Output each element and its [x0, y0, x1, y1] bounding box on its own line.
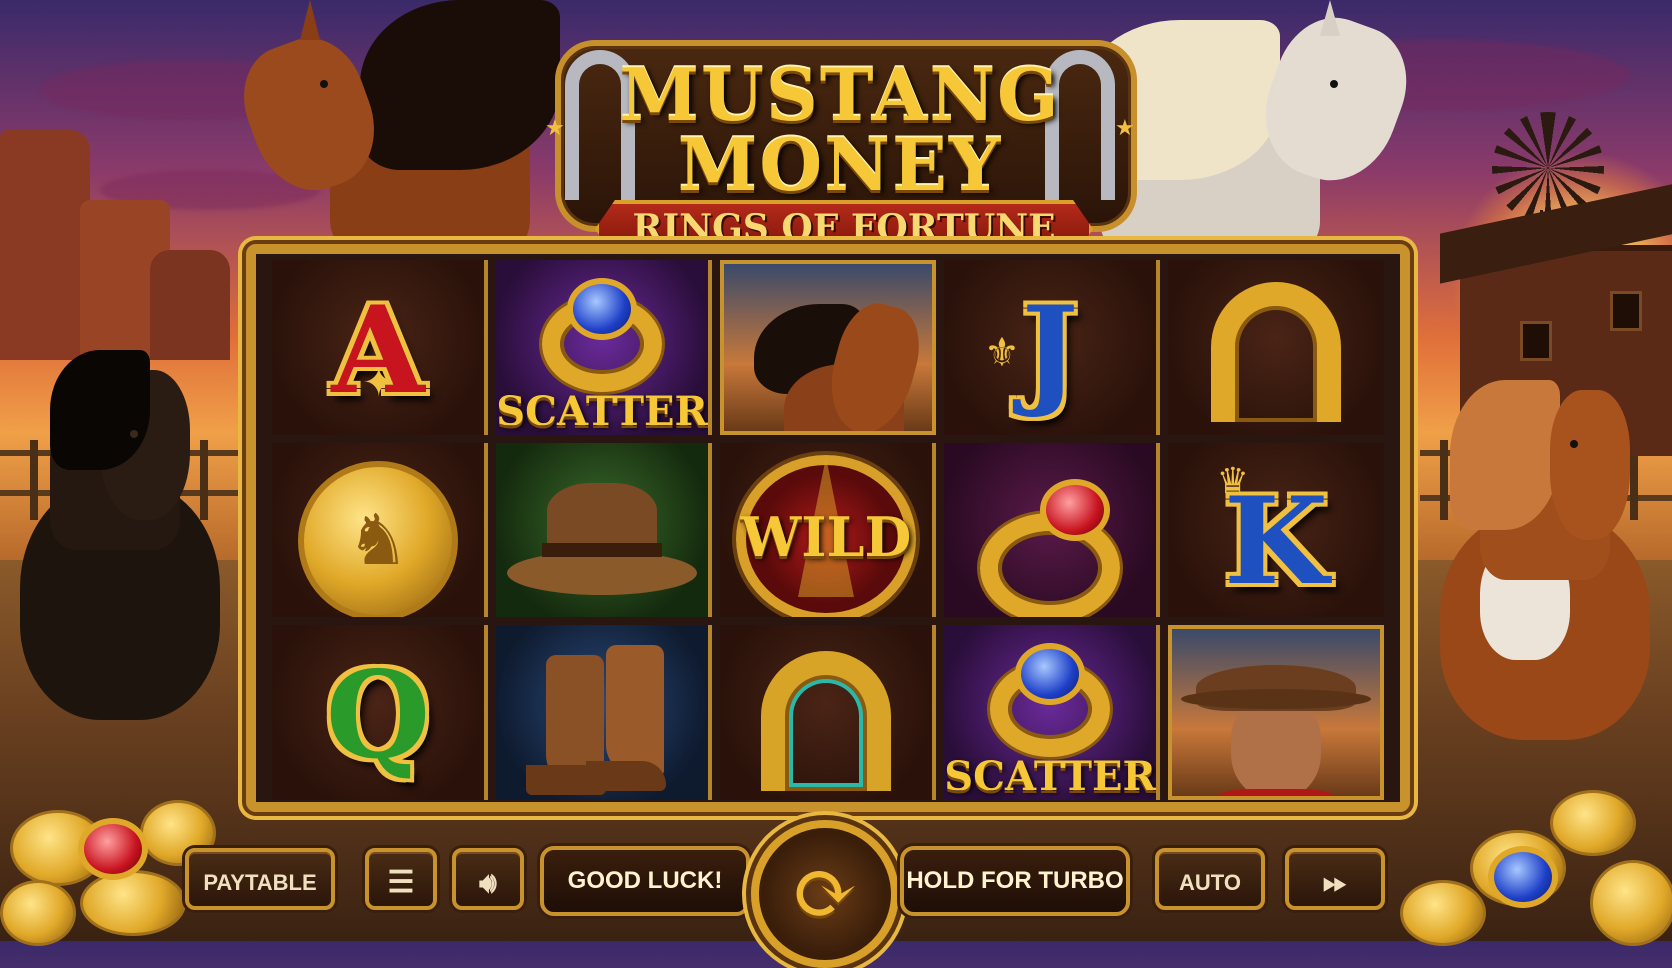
symbol-scatter: SCATTER — [496, 260, 712, 435]
scatter-label: SCATTER — [496, 388, 708, 435]
reel-grid: A ✦ SCATTER J ⚜ ♞ WILD ♛ K Q SCATTER — [272, 260, 1384, 800]
symbol-letter-j: J — [1021, 280, 1079, 421]
red-gem-icon — [78, 818, 148, 880]
menu-icon: ☰ — [387, 866, 415, 899]
game-logo: ★ ★ MUSTANG MONEY RINGS OF FORTUNE ★ — [525, 30, 1155, 268]
gold-coin-icon: ♞ — [298, 460, 458, 618]
symbol-horse-coin: ♞ — [272, 442, 488, 618]
paint-horse-right — [1420, 370, 1660, 770]
message-good-luck: GOOD LUCK! — [540, 846, 750, 916]
control-bar: PAYTABLE ☰ 🔊︎ GOOD LUCK! ⟳ HOLD FOR TURB… — [170, 820, 1420, 968]
wild-label: WILD — [740, 504, 912, 569]
sound-button[interactable]: 🔊︎ — [452, 848, 524, 910]
boot-icon — [606, 645, 664, 776]
symbol-j: J ⚜ — [944, 260, 1160, 435]
mesa-rock — [0, 130, 90, 360]
symbol-k: ♛ K — [1168, 442, 1384, 618]
horseshoe-icon — [761, 651, 891, 792]
refresh-icon: ⟳ — [791, 846, 859, 939]
cowboy-icon — [1231, 699, 1321, 797]
mesa-rock — [150, 250, 230, 360]
blue-gem-icon — [567, 278, 637, 340]
scatter-label: SCATTER — [944, 753, 1156, 800]
menu-button[interactable]: ☰ — [365, 848, 437, 910]
fleur-de-lis-icon: ⚜ — [984, 330, 1020, 376]
symbol-q: Q — [272, 625, 488, 800]
logo-title-line2: MONEY — [677, 122, 1003, 207]
fast-forward-icon: ⏩︎ — [1323, 866, 1347, 899]
message-hold-for-turbo: HOLD FOR TURBO — [900, 846, 1130, 916]
speaker-icon: 🔊︎ — [479, 867, 497, 898]
symbol-cowboy-hat — [496, 442, 712, 618]
symbol-a: A ✦ — [272, 260, 488, 435]
symbol-horse — [720, 260, 936, 435]
symbol-cowboy — [1168, 625, 1384, 800]
symbol-letter-q: Q — [325, 645, 431, 787]
star-icon: ✦ — [362, 360, 396, 406]
spin-button[interactable]: ⟳ — [751, 820, 899, 968]
auto-button[interactable]: AUTO — [1155, 848, 1265, 910]
symbol-letter-k: K — [1223, 470, 1329, 612]
brown-horse-top-left — [227, 0, 560, 260]
horseshoe-icon — [1211, 282, 1341, 422]
symbol-scatter: SCATTER — [944, 625, 1160, 800]
symbol-turquoise-horseshoe — [720, 625, 936, 800]
black-horse-left — [10, 350, 230, 770]
symbol-horseshoe — [1168, 260, 1384, 435]
symbol-ruby-ring — [944, 442, 1160, 618]
paytable-button[interactable]: PAYTABLE — [185, 848, 335, 910]
blue-gem-icon — [1015, 643, 1085, 706]
symbol-wild: WILD — [720, 442, 936, 618]
red-gem-icon — [1040, 478, 1111, 541]
turbo-button[interactable]: ⏩︎ — [1285, 848, 1385, 910]
blue-gem-icon — [1488, 846, 1558, 908]
symbol-cowboy-boots — [496, 625, 712, 800]
